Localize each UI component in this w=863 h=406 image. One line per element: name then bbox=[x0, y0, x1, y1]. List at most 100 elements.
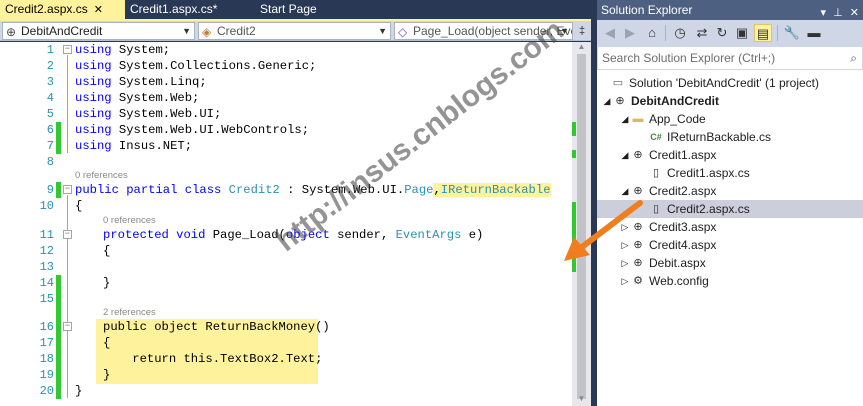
properties-wrench-icon[interactable]: 🔧 bbox=[783, 24, 801, 42]
scroll-up-icon[interactable]: ▲ bbox=[572, 42, 591, 51]
line-number: 14 bbox=[39, 276, 54, 290]
code-line: using Insus.NET; bbox=[75, 139, 193, 153]
expanded-arrow-icon[interactable]: ◢ bbox=[602, 92, 612, 110]
tree-item-credit2-aspx-cs[interactable]: ▯ Credit2.aspx.cs bbox=[597, 200, 863, 218]
collapsed-arrow-icon[interactable]: ▷ bbox=[620, 236, 630, 254]
home-icon[interactable]: ⌂ bbox=[643, 24, 661, 42]
line-number: 18 bbox=[39, 352, 54, 366]
change-marker bbox=[572, 122, 576, 136]
collapse-all-icon[interactable]: ▣ bbox=[733, 24, 751, 42]
tree-item-ireturnbackable[interactable]: C# IReturnBackable.cs bbox=[597, 128, 863, 146]
scrollbar-thumb[interactable] bbox=[577, 54, 586, 399]
tree-item-project[interactable]: ◢ ⊕ DebitAndCredit bbox=[597, 92, 863, 110]
tab-credit2-aspx-cs[interactable]: Credit2.aspx.cs ✕ bbox=[0, 0, 125, 19]
toolbar-separator bbox=[777, 25, 778, 41]
code-area[interactable]: 1 2 3 4 5 6 7 8 9 10 11 12 13 14 15 16 1… bbox=[0, 13, 591, 406]
aspx-file-icon: ⊕ bbox=[633, 221, 643, 233]
tree-item-app-code[interactable]: ◢ ▬ App_Code bbox=[597, 110, 863, 128]
code-line: { bbox=[103, 336, 111, 350]
line-number: 6 bbox=[46, 123, 54, 137]
code-line: public partial class Credit2 : System.We… bbox=[75, 183, 551, 197]
preview-icon[interactable]: ▬ bbox=[805, 24, 823, 42]
line-number: 7 bbox=[46, 139, 54, 153]
class-dropdown[interactable]: ◈ Credit2 ▼ bbox=[198, 22, 391, 40]
chevron-down-icon: ▼ bbox=[182, 26, 191, 36]
pin-icon[interactable]: ⊥ bbox=[833, 7, 843, 19]
tab-label: Credit1.aspx.cs* bbox=[130, 2, 218, 16]
code-line: } bbox=[103, 368, 111, 382]
csharp-file-icon: C# bbox=[650, 132, 662, 142]
code-line: using System; bbox=[75, 43, 171, 57]
solution-explorer-pane: Solution Explorer ▾ ⊥ ✕ ◀ ▶ ⌂ ◷ ⇄ ↻ ▣ ▤ … bbox=[597, 0, 863, 406]
collapsed-arrow-icon[interactable]: ▷ bbox=[620, 272, 630, 290]
web-project-icon: ⊕ bbox=[615, 95, 625, 107]
watermark-text: http://insus.cnblogs.com bbox=[270, 13, 571, 259]
tree-item-credit2-aspx[interactable]: ◢ ⊕ Credit2.aspx bbox=[597, 182, 863, 200]
line-number: 5 bbox=[46, 107, 54, 121]
member-dropdown[interactable]: ◇ Page_Load(object sender, Eve ▼ bbox=[394, 22, 573, 40]
solution-explorer-search-input[interactable]: Search Solution Explorer (Ctrl+;) ⌕ bbox=[597, 46, 863, 70]
line-number: 2 bbox=[46, 59, 54, 73]
forward-icon[interactable]: ▶ bbox=[621, 24, 639, 42]
toolbar-separator bbox=[665, 25, 666, 41]
code-lens-references[interactable]: 0 references bbox=[103, 215, 156, 227]
line-number: 15 bbox=[39, 292, 54, 306]
line-number: 9 bbox=[46, 183, 54, 197]
line-number: 8 bbox=[46, 155, 54, 169]
code-lens-references[interactable]: 0 references bbox=[75, 170, 128, 182]
code-lens-references[interactable]: 2 references bbox=[103, 307, 156, 319]
line-number: 3 bbox=[46, 75, 54, 89]
search-icon[interactable]: ⌕ bbox=[850, 47, 857, 69]
solution-explorer-toolbar: ◀ ▶ ⌂ ◷ ⇄ ↻ ▣ ▤ 🔧 ▬ bbox=[597, 20, 863, 46]
tree-item-credit4-aspx[interactable]: ▷ ⊕ Credit4.aspx bbox=[597, 236, 863, 254]
tree-item-debit-aspx[interactable]: ▷ ⊕ Debit.aspx bbox=[597, 254, 863, 272]
split-view-icon[interactable]: ‡ bbox=[575, 22, 589, 40]
solution-icon: ▭ bbox=[612, 77, 624, 89]
collapse-icon[interactable]: − bbox=[63, 230, 72, 239]
change-marker bbox=[56, 182, 61, 198]
tree-item-credit3-aspx[interactable]: ▷ ⊕ Credit3.aspx bbox=[597, 218, 863, 236]
collapse-icon[interactable]: − bbox=[63, 45, 72, 54]
line-number: 1 bbox=[46, 43, 54, 57]
show-all-files-icon[interactable]: ▤ bbox=[754, 24, 772, 42]
sync-icon[interactable]: ⇄ bbox=[693, 24, 711, 42]
close-icon[interactable]: ✕ bbox=[94, 4, 103, 16]
code-line: using System.Linq; bbox=[75, 75, 207, 89]
line-number: 16 bbox=[39, 320, 54, 334]
collapse-icon[interactable]: − bbox=[63, 185, 72, 194]
line-number: 19 bbox=[39, 368, 54, 382]
solution-explorer-title-bar: Solution Explorer ▾ ⊥ ✕ bbox=[597, 0, 863, 20]
tab-credit1-aspx-cs[interactable]: Credit1.aspx.cs* bbox=[125, 0, 222, 19]
panel-title: Solution Explorer bbox=[601, 3, 693, 17]
close-icon[interactable]: ✕ bbox=[850, 7, 859, 19]
tree-item-credit1-aspx[interactable]: ◢ ⊕ Credit1.aspx bbox=[597, 146, 863, 164]
history-icon[interactable]: ◷ bbox=[671, 24, 689, 42]
scroll-down-icon[interactable]: ▼ bbox=[572, 394, 591, 403]
tree-item-web-config[interactable]: ▷ ⚙ Web.config bbox=[597, 272, 863, 290]
code-line: using System.Collections.Generic; bbox=[75, 59, 317, 73]
vertical-scrollbar[interactable]: ▲ ▼ bbox=[572, 42, 591, 406]
method-icon: ◇ bbox=[398, 25, 408, 39]
back-icon[interactable]: ◀ bbox=[601, 24, 619, 42]
expanded-arrow-icon[interactable]: ◢ bbox=[620, 182, 630, 200]
dropdown-icon[interactable]: ▾ bbox=[821, 7, 827, 19]
collapsed-arrow-icon[interactable]: ▷ bbox=[620, 218, 630, 236]
folder-icon: ▬ bbox=[632, 113, 644, 125]
line-number: 12 bbox=[39, 244, 54, 258]
aspx-file-icon: ⊕ bbox=[633, 185, 643, 197]
tree-item-credit1-aspx-cs[interactable]: ▯ Credit1.aspx.cs bbox=[597, 164, 863, 182]
code-line: } bbox=[103, 276, 111, 290]
refresh-icon[interactable]: ↻ bbox=[713, 24, 731, 42]
code-line: using System.Web.UI; bbox=[75, 107, 222, 121]
project-dropdown[interactable]: ⊕ DebitAndCredit ▼ bbox=[2, 22, 195, 40]
code-line: using System.Web; bbox=[75, 91, 200, 105]
expanded-arrow-icon[interactable]: ◢ bbox=[620, 110, 630, 128]
collapse-icon[interactable]: − bbox=[63, 322, 72, 331]
expanded-arrow-icon[interactable]: ◢ bbox=[620, 146, 630, 164]
tab-label: Start Page bbox=[260, 2, 317, 16]
tab-start-page[interactable]: Start Page bbox=[255, 0, 322, 19]
code-line: { bbox=[75, 199, 83, 213]
collapsed-arrow-icon[interactable]: ▷ bbox=[620, 254, 630, 272]
aspx-file-icon: ⊕ bbox=[633, 257, 643, 269]
tree-item-solution[interactable]: ▭ Solution 'DebitAndCredit' (1 project) bbox=[597, 74, 863, 92]
